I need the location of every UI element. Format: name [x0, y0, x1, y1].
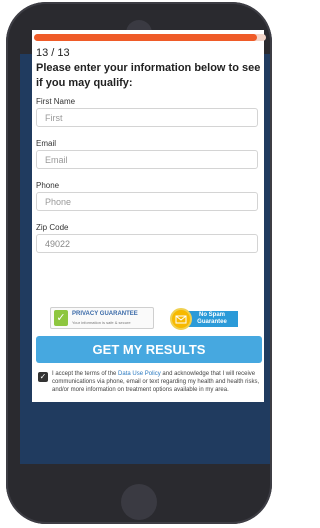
form-heading: Please enter your information below to s…: [36, 62, 261, 89]
email-input[interactable]: Email: [36, 150, 258, 169]
envelope-icon: [170, 308, 192, 330]
zip-code-input[interactable]: 49022: [36, 234, 258, 253]
get-my-results-button[interactable]: GET MY RESULTS: [36, 336, 262, 363]
privacy-subtitle: Your information is safe & secure: [72, 320, 131, 325]
zip-code-label: Zip Code: [36, 223, 69, 232]
first-name-label: First Name: [36, 97, 76, 106]
consent-text: I accept the terms of the Data Use Polic…: [52, 370, 260, 394]
first-name-input[interactable]: First: [36, 108, 258, 127]
consent-checkbox[interactable]: ✓: [38, 372, 48, 382]
consent-prefix: I accept the terms of the: [52, 371, 119, 377]
email-label: Email: [36, 139, 57, 148]
no-spam-badge: No Spam Guarantee: [170, 308, 240, 330]
lead-form: 13 / 13 Please enter your information be…: [32, 30, 266, 402]
no-spam-ribbon: No Spam Guarantee: [186, 311, 238, 327]
privacy-guarantee-badge: ✓ PRIVACY GUARANTEE Your information is …: [50, 307, 154, 329]
no-spam-line1: No Spam: [198, 312, 225, 318]
phone-frame: 13 / 13 Please enter your information be…: [6, 2, 272, 524]
check-icon: ✓: [54, 310, 68, 326]
home-button: [121, 484, 157, 520]
phone-input[interactable]: Phone: [36, 192, 258, 211]
data-use-policy-link[interactable]: Data Use Policy: [118, 371, 161, 377]
privacy-title: PRIVACY GUARANTEE: [72, 311, 138, 317]
progress-bar: [34, 34, 266, 41]
no-spam-line2: Guarantee: [197, 319, 227, 325]
progress-fill: [34, 34, 257, 41]
step-counter: 13 / 13: [36, 47, 70, 59]
phone-label: Phone: [36, 181, 60, 190]
